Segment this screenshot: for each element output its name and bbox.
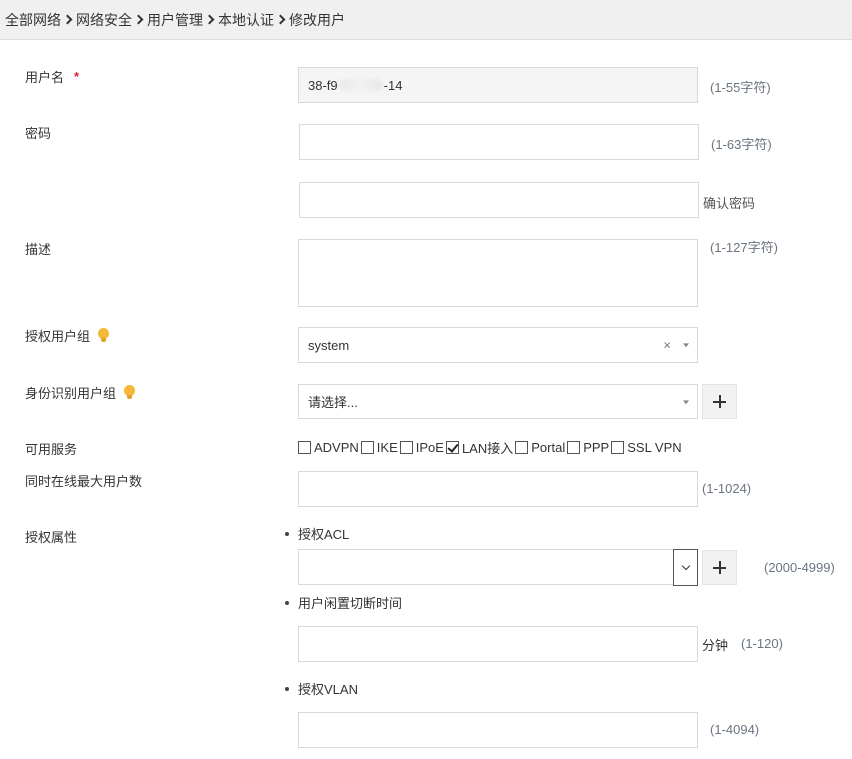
add-acl-button[interactable] — [702, 550, 737, 585]
identity-group-placeholder: 请选择... — [308, 395, 358, 410]
vlan-label: 授权VLAN — [285, 679, 358, 698]
service-ike[interactable]: IKE — [360, 440, 398, 455]
auth-group-select[interactable]: system × — [298, 327, 698, 363]
chevron-right-icon — [204, 14, 215, 25]
service-portal-label: Portal — [531, 440, 566, 455]
breadcrumb-item-local-auth[interactable]: 本地认证 — [218, 10, 274, 30]
max-online-hint: (1-1024) — [702, 481, 752, 496]
lightbulb-icon[interactable] — [124, 385, 136, 400]
required-mark: * — [74, 69, 80, 84]
service-advpn[interactable]: ADVPN — [298, 440, 359, 455]
checkbox[interactable] — [360, 441, 374, 454]
acl-dropdown-button[interactable] — [673, 549, 698, 586]
service-ipoe[interactable]: IPoE — [399, 440, 444, 455]
username-value-suffix: -14 — [383, 77, 403, 93]
caret-down-icon[interactable] — [683, 343, 689, 348]
breadcrumb-item-network-security[interactable]: 网络安全 — [76, 10, 132, 30]
vlan-field[interactable] — [298, 712, 698, 748]
add-identity-group-button[interactable] — [702, 384, 737, 419]
service-portal[interactable]: Portal — [515, 440, 565, 455]
service-lan[interactable]: LAN接入 — [445, 438, 514, 457]
max-online-label: 同时在线最大用户数 — [25, 474, 143, 489]
confirm-password-field[interactable] — [299, 182, 699, 218]
max-online-field[interactable] — [298, 471, 698, 507]
chevron-right-icon — [133, 14, 144, 25]
service-ipoe-label: IPoE — [415, 440, 444, 455]
username-hint: (1-55字符) — [710, 80, 771, 95]
services-checkbox-group: ADVPN IKE IPoE LAN接入 Portal PPP SSL VPN — [298, 438, 684, 457]
checkbox[interactable] — [611, 441, 625, 454]
auth-group-value: system — [308, 337, 350, 353]
breadcrumb: 全部网络 网络安全 用户管理 本地认证 修改用户 — [0, 0, 852, 40]
checkbox[interactable] — [567, 441, 581, 454]
auth-group-label-text: 授权用户组 — [25, 329, 91, 344]
acl-combobox[interactable] — [298, 549, 698, 586]
username-value-prefix: 38-f9 — [308, 77, 338, 93]
caret-down-icon[interactable] — [683, 399, 689, 404]
idle-unit: 分钟 — [702, 638, 729, 653]
acl-label: 授权ACL — [285, 524, 349, 543]
acl-label-text: 授权ACL — [298, 527, 350, 542]
acl-hint: (2000-4999) — [764, 560, 835, 575]
password-label: 密码 — [25, 126, 52, 141]
services-label: 可用服务 — [25, 442, 78, 457]
username-label: 用户名 * — [25, 67, 79, 86]
redacted-blur — [338, 79, 383, 91]
vlan-hint: (1-4094) — [710, 722, 760, 737]
lightbulb-icon[interactable] — [98, 328, 110, 343]
password-field[interactable] — [299, 124, 699, 160]
service-ppp[interactable]: PPP — [567, 440, 609, 455]
idle-hint: (1-120) — [741, 636, 783, 651]
chevron-right-icon — [275, 14, 286, 25]
service-ppp-label: PPP — [583, 440, 610, 455]
breadcrumb-item-modify-user: 修改用户 — [289, 11, 345, 28]
idle-label-text: 用户闲置切断时间 — [298, 596, 403, 611]
auth-attrs-label: 授权属性 — [25, 530, 78, 545]
bullet — [285, 531, 289, 536]
identity-group-label: 身份识别用户组 — [25, 383, 136, 402]
vlan-label-text: 授权VLAN — [298, 682, 358, 697]
auth-group-label: 授权用户组 — [25, 326, 110, 345]
username-field[interactable]: 38-f9 -14 — [298, 67, 698, 103]
service-advpn-label: ADVPN — [314, 440, 359, 455]
identity-group-select[interactable]: 请选择... — [298, 384, 698, 419]
description-textarea[interactable] — [298, 239, 698, 307]
breadcrumb-item-user-management[interactable]: 用户管理 — [147, 10, 203, 30]
service-ssl-vpn-label: SSL VPN — [627, 440, 682, 455]
idle-label: 用户闲置切断时间 — [285, 593, 402, 612]
service-ike-label: IKE — [376, 440, 398, 455]
password-hint: (1-63字符) — [711, 137, 772, 152]
checkbox[interactable] — [298, 441, 311, 454]
bullet — [285, 686, 289, 691]
chevron-right-icon — [62, 14, 73, 25]
checkbox-checked[interactable] — [445, 441, 459, 454]
confirm-password-hint: 确认密码 — [703, 196, 756, 211]
bullet — [285, 600, 289, 605]
checkbox[interactable] — [515, 441, 529, 454]
username-label-text: 用户名 — [25, 70, 65, 85]
service-ssl-vpn[interactable]: SSL VPN — [611, 440, 682, 455]
breadcrumb-item-all-network[interactable]: 全部网络 — [5, 10, 61, 30]
clear-icon[interactable]: × — [663, 338, 671, 353]
description-label: 描述 — [25, 242, 52, 257]
idle-timeout-field[interactable] — [298, 626, 698, 662]
chevron-down-icon — [681, 561, 690, 571]
description-hint: (1-127字符) — [710, 240, 778, 255]
service-lan-label: LAN接入 — [461, 441, 514, 456]
identity-group-label-text: 身份识别用户组 — [25, 386, 117, 401]
checkbox[interactable] — [399, 441, 413, 454]
